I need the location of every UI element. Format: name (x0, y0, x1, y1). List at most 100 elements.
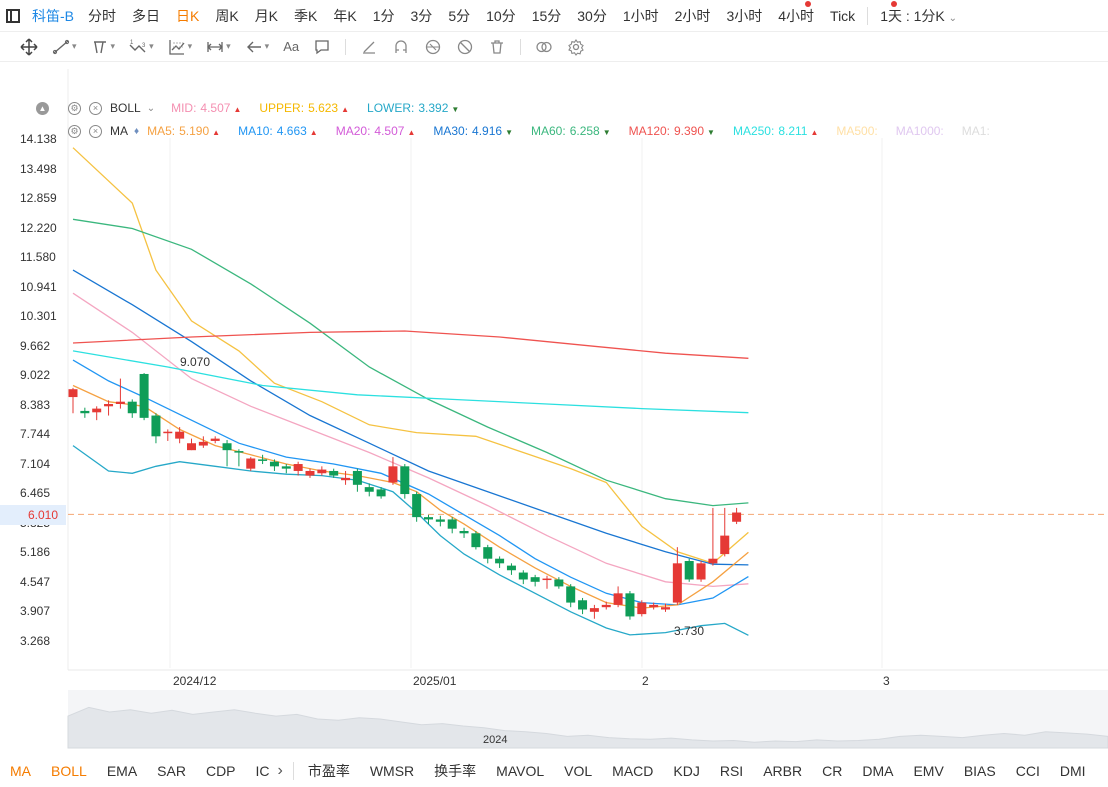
period-4[interactable]: 月K (255, 6, 278, 26)
indicator-tab[interactable]: EMV (913, 763, 943, 779)
arrow-up-icon: ▲ (341, 105, 350, 114)
candle-body (637, 602, 647, 615)
ma-legend-name[interactable]: MA (110, 124, 128, 138)
line-tool[interactable]: ▾ (52, 38, 77, 56)
move-tool[interactable] (20, 37, 38, 56)
interval-select[interactable]: 1天 : 1分K ⌄ (880, 6, 957, 26)
candle-body (258, 459, 268, 461)
symbol-name[interactable]: 科笛-B (32, 6, 74, 26)
indicator-tab[interactable]: MACD (612, 763, 653, 779)
indicator-tab[interactable]: DMA (862, 763, 893, 779)
indicator-tab[interactable]: KDJ (673, 763, 699, 779)
chevron-down-icon[interactable]: ⌄ (147, 103, 155, 114)
collapse-legend-icon[interactable]: ▲ (36, 102, 49, 115)
ma-item: MA60: 6.258 ▼ (531, 124, 611, 138)
compare-icon (536, 41, 552, 52)
indicator-tab[interactable]: BIAS (964, 763, 996, 779)
chevron-right-icon[interactable]: › (278, 762, 283, 780)
period-6[interactable]: 年K (333, 6, 356, 26)
divider (292, 762, 294, 780)
indicator-tab[interactable]: VOL (564, 763, 592, 779)
period-0[interactable]: 分时 (88, 6, 116, 26)
ma-item: MA1: (962, 124, 990, 138)
ma-value: 4.916 (472, 124, 503, 138)
current-price-tag: 6.010 (0, 505, 66, 525)
ma-label: MA5: (147, 124, 176, 138)
period-9[interactable]: 5分 (448, 6, 470, 26)
period-3[interactable]: 周K (215, 6, 238, 26)
close-icon[interactable]: × (89, 101, 102, 115)
series-line (72, 350, 749, 414)
delete-tool[interactable] (488, 38, 506, 56)
boll-values: MID: 4.507 ▲ UPPER: 5.623 ▲ LOWER: 3.392 ▼ (171, 101, 477, 115)
candle-body (625, 593, 635, 617)
period-7[interactable]: 1分 (373, 6, 395, 26)
period-11[interactable]: 15分 (532, 6, 562, 26)
indicator-tab[interactable]: MAVOL (496, 763, 544, 779)
y-tick: 5.186 (20, 545, 51, 560)
lock-tool[interactable] (424, 38, 442, 56)
candle-body (578, 600, 588, 610)
indicator-tab[interactable]: ARBR (763, 763, 802, 779)
arrow-tool[interactable]: ▾ (245, 38, 269, 56)
settings-tool[interactable] (567, 38, 585, 56)
candle-body (566, 586, 576, 603)
indicator-tab[interactable]: 市盈率 (308, 761, 350, 781)
divider (520, 38, 522, 55)
indicator-tab[interactable]: RSI (720, 763, 743, 779)
text-tool[interactable]: Aa (283, 39, 299, 54)
magnet-tool[interactable] (392, 38, 410, 56)
fibonacci-icon (168, 39, 185, 55)
indicator-tab[interactable]: EMA (107, 763, 137, 779)
period-8[interactable]: 3分 (411, 6, 433, 26)
diamond-icon[interactable]: ♦ (134, 126, 139, 137)
candle-body (412, 494, 422, 518)
comment-tool[interactable] (313, 38, 331, 56)
y-tick: 9.662 (20, 338, 51, 353)
comment-icon (315, 39, 329, 54)
fib-tool[interactable]: ▾ (168, 38, 192, 56)
indicator-tab[interactable]: SAR (157, 763, 186, 779)
indicator-tab[interactable]: CR (822, 763, 842, 779)
period-17[interactable]: Tick (830, 8, 855, 24)
hide-tool[interactable] (456, 38, 474, 56)
pencil-tool[interactable] (360, 38, 378, 56)
indicator-tab[interactable]: 换手率 (434, 761, 476, 781)
compare-tool[interactable] (535, 38, 553, 56)
indicator-tab[interactable]: CCI (1016, 763, 1040, 779)
indicator-tab[interactable]: IC (256, 763, 270, 779)
ma-value: 4.663 (276, 124, 307, 138)
indicator-tab[interactable]: CDP (206, 763, 236, 779)
candle-body (649, 604, 659, 608)
indicator-tab[interactable]: BOLL (51, 763, 87, 779)
boll-legend-name[interactable]: BOLL (110, 101, 141, 115)
period-15[interactable]: 3小时 (726, 6, 762, 26)
measure-tool[interactable]: ▾ (206, 38, 231, 56)
sidebar-toggle-icon[interactable] (6, 8, 20, 23)
indicator-tab[interactable]: MA (10, 763, 31, 779)
settings-icon[interactable]: ⚙ (68, 101, 81, 115)
x-label: 2025/01 (413, 674, 457, 688)
pencil-icon (363, 41, 376, 54)
settings-icon[interactable]: ⚙ (68, 124, 81, 138)
period-14[interactable]: 2小时 (675, 6, 711, 26)
candle-body (234, 451, 244, 453)
period-13[interactable]: 1小时 (623, 6, 659, 26)
candle-body (459, 530, 469, 534)
period-12[interactable]: 30分 (577, 6, 607, 26)
close-icon[interactable]: × (89, 124, 102, 138)
indicator-tab[interactable]: WMSR (370, 763, 414, 779)
period-10[interactable]: 10分 (486, 6, 516, 26)
candle-body (554, 579, 564, 587)
price-chart[interactable] (0, 0, 1108, 787)
channel-tool[interactable]: ▾ (91, 38, 115, 56)
wave-tool[interactable]: 1 3 ▾ (129, 38, 154, 56)
candle-body (388, 466, 398, 483)
indicator-tab[interactable]: DMI (1060, 763, 1086, 779)
period-1[interactable]: 多日 (132, 6, 160, 26)
period-16[interactable]: 4小时 (778, 6, 814, 26)
period-5[interactable]: 季K (294, 6, 317, 26)
period-2[interactable]: 日K (176, 6, 199, 26)
arrow-down-icon: ▼ (451, 105, 460, 114)
indicator-tabs: MA BOLL EMA SAR CDP IC › 市盈率 WMSR 换手率 MAVOL VOL MACD… (0, 755, 1108, 787)
